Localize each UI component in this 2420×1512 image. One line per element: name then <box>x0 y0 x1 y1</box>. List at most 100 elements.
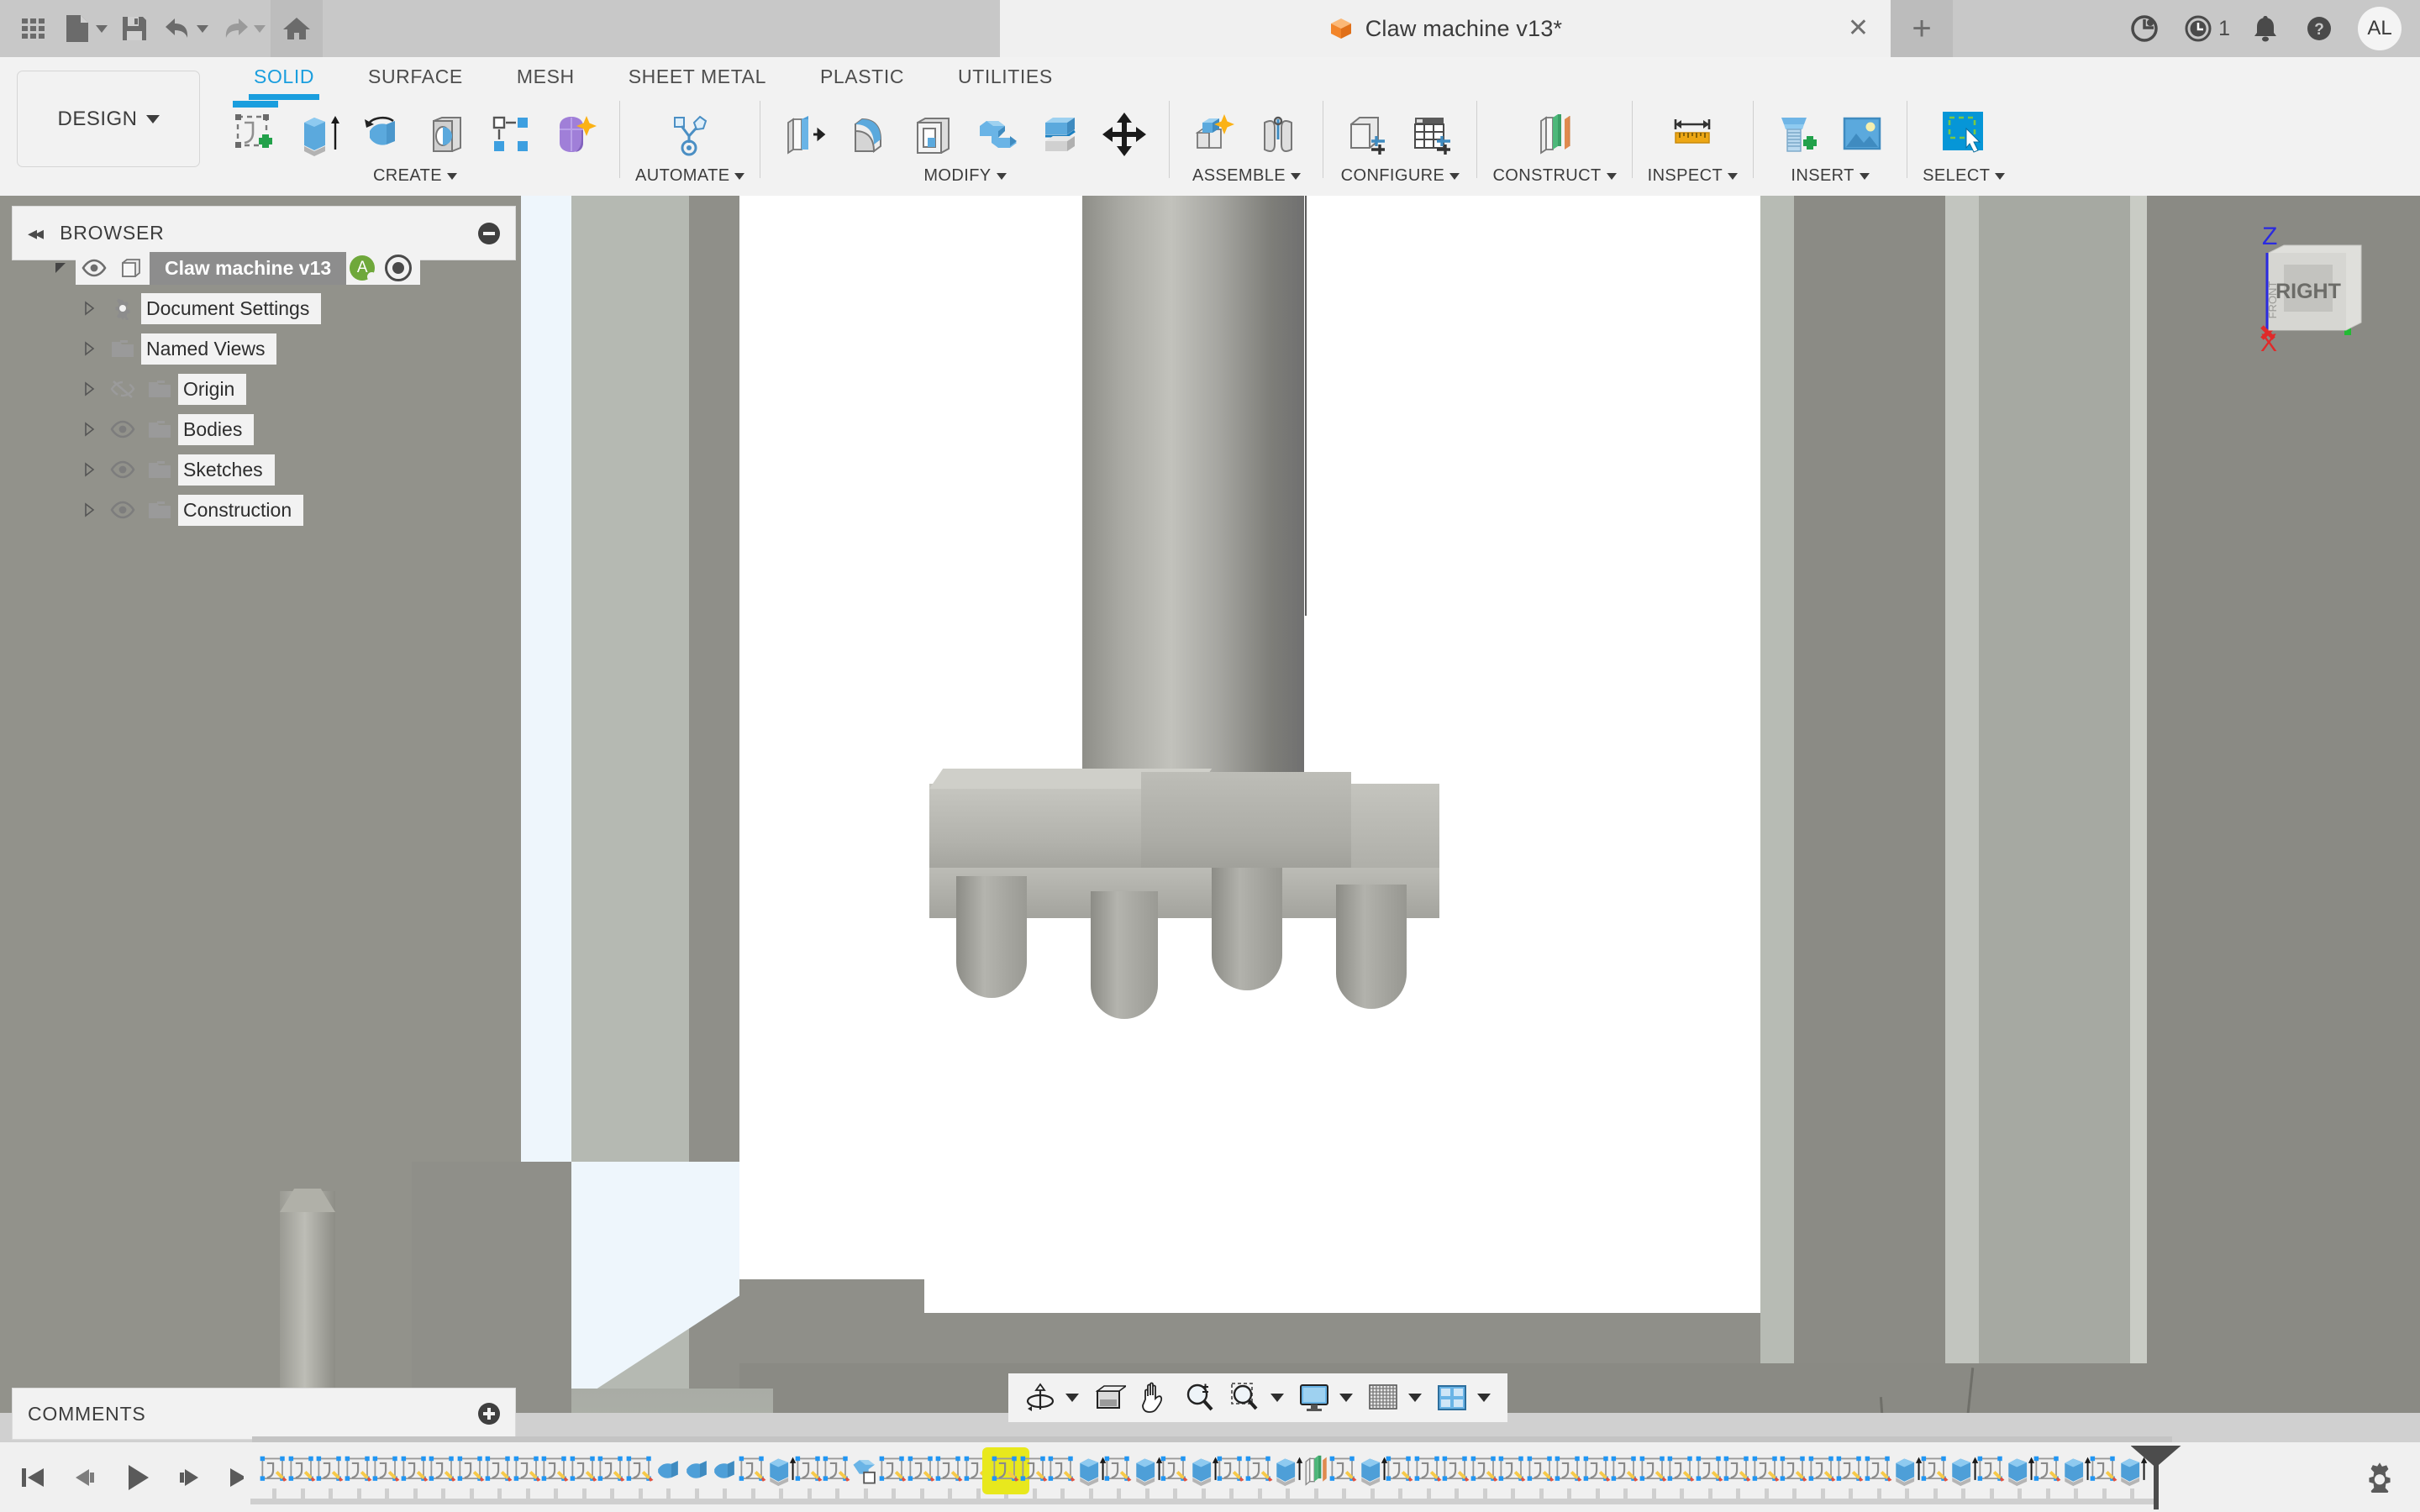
tree-item-named-views[interactable]: Named Views <box>12 328 516 369</box>
new-tab-button[interactable]: + <box>1891 0 1953 57</box>
fillet-icon[interactable] <box>839 102 898 166</box>
grid-snaps-icon[interactable] <box>1361 1376 1405 1420</box>
tab-plastic[interactable]: PLASTIC <box>793 57 931 96</box>
ribbon-group-label-configure[interactable]: CONFIGURE <box>1341 166 1460 186</box>
ribbon-group-label-inspect[interactable]: INSPECT <box>1648 166 1739 186</box>
viewports-icon[interactable] <box>1430 1376 1474 1420</box>
shell-icon[interactable] <box>903 102 962 166</box>
add-comment-icon[interactable] <box>478 1403 500 1425</box>
tab-surface[interactable]: SURFACE <box>341 57 490 96</box>
help-icon[interactable]: ? <box>2292 0 2346 57</box>
move-copy-icon[interactable] <box>1095 102 1154 166</box>
extension-icon[interactable] <box>2118 0 2171 57</box>
undo-icon[interactable] <box>156 5 200 52</box>
document-tab-claw-machine[interactable]: Claw machine v13* ✕ <box>1000 0 1891 57</box>
collapse-panel-icon[interactable]: ◂◂ <box>28 223 44 244</box>
expand-triangle-icon[interactable] <box>74 381 104 396</box>
tree-item-claw-machine[interactable]: Claw machine v13 A <box>12 248 516 288</box>
new-document-chevron-icon[interactable] <box>96 24 108 33</box>
display-settings-icon[interactable] <box>1292 1376 1336 1420</box>
ribbon-group-label-construct[interactable]: CONSTRUCT <box>1492 166 1617 186</box>
configure-model-icon[interactable] <box>1339 102 1397 166</box>
tree-item-construction[interactable]: Construction <box>12 490 516 530</box>
undo-chevron-icon[interactable] <box>197 24 208 33</box>
job-status-icon[interactable] <box>2171 0 2225 57</box>
avatar[interactable]: AL <box>2358 7 2402 50</box>
tree-item-document-settings[interactable]: Document Settings <box>12 288 516 328</box>
viewcube[interactable]: Z X RIGHT FRONT <box>2244 213 2403 355</box>
orbit-icon[interactable] <box>1018 1376 1062 1420</box>
visibility-icon[interactable] <box>104 460 141 479</box>
new-document-icon[interactable] <box>55 5 99 52</box>
redo-icon[interactable] <box>213 5 257 52</box>
measure-icon[interactable] <box>1663 102 1722 166</box>
visibility-icon[interactable] <box>104 420 141 438</box>
tab-utilities[interactable]: UTILITIES <box>931 57 1080 96</box>
tab-sheet-metal[interactable]: SHEET METAL <box>602 57 793 96</box>
comments-panel-header[interactable]: COMMENTS <box>12 1388 516 1440</box>
visibility-icon[interactable] <box>76 259 113 277</box>
form-icon[interactable] <box>545 102 604 166</box>
step-forward-icon[interactable] <box>175 1461 203 1494</box>
step-back-icon[interactable] <box>71 1461 99 1494</box>
redo-chevron-icon[interactable] <box>254 24 266 33</box>
combine-icon[interactable] <box>967 102 1026 166</box>
app-grid-icon[interactable] <box>12 5 55 52</box>
expand-triangle-icon[interactable] <box>45 260 76 276</box>
tree-item-bodies[interactable]: Bodies <box>12 409 516 449</box>
automate-icon[interactable] <box>660 102 719 166</box>
home-icon[interactable] <box>271 0 323 57</box>
pattern-icon[interactable] <box>481 102 540 166</box>
offset-plane-icon[interactable] <box>1525 102 1584 166</box>
ribbon-group-label-automate[interactable]: AUTOMATE <box>635 166 745 186</box>
tree-item-origin[interactable]: Origin <box>12 369 516 409</box>
configuration-table-icon[interactable] <box>1402 102 1461 166</box>
hole-icon[interactable] <box>418 102 476 166</box>
expand-triangle-icon[interactable] <box>74 301 104 316</box>
visibility-off-icon[interactable] <box>104 379 141 399</box>
appearance-badge[interactable]: A <box>350 255 377 281</box>
expand-triangle-icon[interactable] <box>74 462 104 477</box>
extrude-icon[interactable] <box>290 102 349 166</box>
viewports-chevron-icon[interactable] <box>1477 1394 1491 1402</box>
go-to-beginning-icon[interactable] <box>18 1461 47 1494</box>
timeline-settings-gear-icon[interactable] <box>2363 1459 2396 1493</box>
notifications-icon[interactable] <box>2238 0 2292 57</box>
display-settings-chevron-icon[interactable] <box>1339 1394 1353 1402</box>
new-component-icon[interactable] <box>1185 102 1244 166</box>
expand-triangle-icon[interactable] <box>74 341 104 356</box>
ribbon-group-label-assemble[interactable]: ASSEMBLE <box>1192 166 1301 186</box>
visibility-icon[interactable] <box>104 501 141 519</box>
ribbon-group-label-insert[interactable]: INSERT <box>1791 166 1870 186</box>
minimize-icon[interactable] <box>478 222 500 244</box>
activate-component-radio[interactable] <box>385 255 413 281</box>
pan-icon[interactable] <box>1133 1376 1176 1420</box>
press-pull-icon[interactable] <box>776 102 834 166</box>
expand-triangle-icon[interactable] <box>74 422 104 437</box>
tab-mesh[interactable]: MESH <box>490 57 602 96</box>
insert-canvas-icon[interactable] <box>1833 102 1891 166</box>
orbit-chevron-icon[interactable] <box>1065 1394 1079 1402</box>
play-icon[interactable] <box>123 1461 151 1494</box>
zoom-window-icon[interactable] <box>1223 1376 1267 1420</box>
timeline-end-marker[interactable] <box>2153 1446 2159 1509</box>
ribbon-group-label-modify[interactable]: MODIFY <box>923 166 1007 186</box>
create-sketch-icon[interactable] <box>226 101 285 166</box>
select-icon[interactable] <box>1934 102 1993 166</box>
expand-triangle-icon[interactable] <box>74 502 104 517</box>
split-face-icon[interactable] <box>1031 102 1090 166</box>
timeline-track[interactable] <box>244 1442 2420 1512</box>
tree-item-sketches[interactable]: Sketches <box>12 449 516 490</box>
ribbon-group-label-select[interactable]: SELECT <box>1923 166 2006 186</box>
joint-icon[interactable] <box>1249 102 1307 166</box>
close-icon[interactable]: ✕ <box>1848 16 1869 41</box>
insert-mcmaster-icon[interactable] <box>1769 102 1828 166</box>
look-at-icon[interactable] <box>1087 1376 1131 1420</box>
revolve-icon[interactable] <box>354 102 413 166</box>
ribbon-group-label-create[interactable]: CREATE <box>373 166 458 186</box>
save-icon[interactable] <box>113 5 156 52</box>
timeline-scrollbar[interactable] <box>252 1436 2172 1442</box>
grid-snaps-chevron-icon[interactable] <box>1408 1394 1422 1402</box>
zoom-icon[interactable] <box>1178 1376 1222 1420</box>
zoom-window-chevron-icon[interactable] <box>1270 1394 1284 1402</box>
